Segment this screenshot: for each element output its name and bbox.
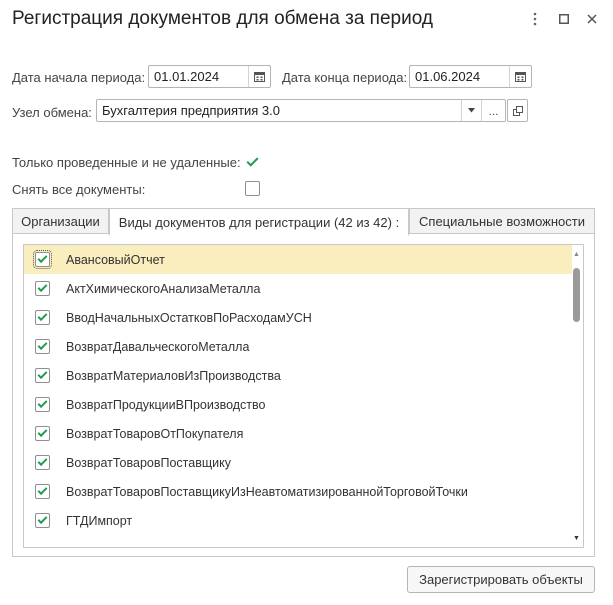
tab-special-features[interactable]: Специальные возможности bbox=[409, 208, 595, 234]
close-icon[interactable] bbox=[583, 10, 601, 28]
list-item-checkbox[interactable] bbox=[35, 397, 50, 412]
list-item-checkbox[interactable] bbox=[35, 310, 50, 325]
list-item-checkbox[interactable] bbox=[33, 250, 52, 269]
list-item-checkbox[interactable] bbox=[35, 484, 50, 499]
uncheck-all-checkbox[interactable] bbox=[245, 181, 260, 196]
checkmark-icon bbox=[37, 456, 48, 467]
list-item-checkbox[interactable] bbox=[35, 368, 50, 383]
list-item-label: ГТДИмпорт bbox=[66, 513, 133, 528]
list-item[interactable]: ВозвратМатериаловИзПроизводства bbox=[24, 361, 572, 390]
list-item-checkbox[interactable] bbox=[35, 339, 50, 354]
list-item-label: ВозвратДавальческогоМеталла bbox=[66, 339, 250, 354]
list-item-label: ВозвратТоваровПоставщику bbox=[66, 455, 231, 470]
checkmark-icon bbox=[37, 340, 48, 351]
calendar-icon[interactable] bbox=[248, 66, 270, 87]
checkmark-icon bbox=[37, 253, 48, 264]
tab-document-types[interactable]: Виды документов для регистрации (42 из 4… bbox=[109, 208, 409, 236]
start-date-value[interactable]: 01.01.2024 bbox=[149, 69, 248, 84]
start-date-field[interactable]: 01.01.2024 bbox=[148, 65, 271, 88]
list-item[interactable]: ВозвратТоваровПоставщикуИзНеавтоматизиро… bbox=[24, 477, 572, 506]
checkmark-icon bbox=[37, 369, 48, 380]
list-item-checkbox[interactable] bbox=[35, 455, 50, 470]
list-item[interactable]: ГТДИмпорт bbox=[24, 506, 572, 535]
register-objects-button[interactable]: Зарегистрировать объекты bbox=[407, 566, 595, 593]
only-posted-checkbox[interactable] bbox=[245, 154, 260, 169]
exchange-node-field[interactable]: Бухгалтерия предприятия 3.0 ... bbox=[96, 99, 506, 122]
checkmark-icon bbox=[246, 154, 259, 167]
end-date-field[interactable]: 01.06.2024 bbox=[409, 65, 532, 88]
list-item[interactable]: ВводНачальныхОстатковПоРасходамУСН bbox=[24, 303, 572, 332]
list-item[interactable]: ВозвратТоваровПоставщику bbox=[24, 448, 572, 477]
list-scrollbar[interactable]: ▲ ▼ bbox=[571, 246, 582, 546]
scroll-down-icon[interactable]: ▼ bbox=[571, 532, 582, 544]
list-item[interactable]: ВозвратПродукцииВПроизводство bbox=[24, 390, 572, 419]
only-posted-label: Только проведенные и не удаленные: bbox=[12, 155, 241, 170]
end-date-value[interactable]: 01.06.2024 bbox=[410, 69, 509, 84]
list-item[interactable]: АктХимическогоАнализаМеталла bbox=[24, 274, 572, 303]
list-item-label: ВводНачальныхОстатковПоРасходамУСН bbox=[66, 310, 312, 325]
tab-organizations[interactable]: Организации bbox=[12, 208, 109, 234]
checkmark-icon bbox=[37, 485, 48, 496]
open-link-icon[interactable] bbox=[508, 100, 527, 121]
list-item-checkbox[interactable] bbox=[35, 513, 50, 528]
select-button[interactable]: ... bbox=[481, 100, 505, 121]
list-item-label: ВозвратТоваровОтПокупателя bbox=[66, 426, 244, 441]
checkmark-icon bbox=[37, 514, 48, 525]
uncheck-all-label: Снять все документы: bbox=[12, 182, 146, 197]
end-date-label: Дата конца периода: bbox=[282, 70, 408, 85]
scroll-thumb[interactable] bbox=[573, 268, 580, 322]
list-item-label: АктХимическогоАнализаМеталла bbox=[66, 281, 261, 296]
list-item[interactable]: ВозвратДавальческогоМеталла bbox=[24, 332, 572, 361]
list-item[interactable]: ВозвратТоваровОтПокупателя bbox=[24, 419, 572, 448]
kebab-menu-icon[interactable] bbox=[526, 10, 544, 28]
exchange-node-label: Узел обмена: bbox=[12, 105, 92, 120]
scroll-up-icon[interactable]: ▲ bbox=[571, 248, 582, 260]
dropdown-arrow-icon[interactable] bbox=[461, 100, 481, 121]
checkmark-icon bbox=[37, 398, 48, 409]
open-link-button[interactable] bbox=[507, 99, 528, 122]
list-item[interactable]: АвансовыйОтчет bbox=[24, 245, 572, 274]
list-item-checkbox[interactable] bbox=[35, 426, 50, 441]
calendar-icon[interactable] bbox=[509, 66, 531, 87]
checkmark-icon bbox=[37, 282, 48, 293]
window-title: Регистрация документов для обмена за пер… bbox=[12, 8, 433, 29]
list-item-label: ВозвратМатериаловИзПроизводства bbox=[66, 368, 281, 383]
checkmark-icon bbox=[37, 427, 48, 438]
document-types-list[interactable]: АвансовыйОтчет АктХимическогоАнализаМета… bbox=[23, 244, 584, 548]
maximize-icon[interactable] bbox=[555, 10, 573, 28]
checkmark-icon bbox=[37, 311, 48, 322]
list-item-checkbox[interactable] bbox=[35, 281, 50, 296]
list-item-label: АвансовыйОтчет bbox=[66, 252, 165, 267]
list-item-label: ВозвратТоваровПоставщикуИзНеавтоматизиро… bbox=[66, 484, 468, 499]
start-date-label: Дата начала периода: bbox=[12, 70, 146, 85]
list-item-label: ВозвратПродукцииВПроизводство bbox=[66, 397, 266, 412]
exchange-node-value[interactable]: Бухгалтерия предприятия 3.0 bbox=[97, 103, 461, 118]
